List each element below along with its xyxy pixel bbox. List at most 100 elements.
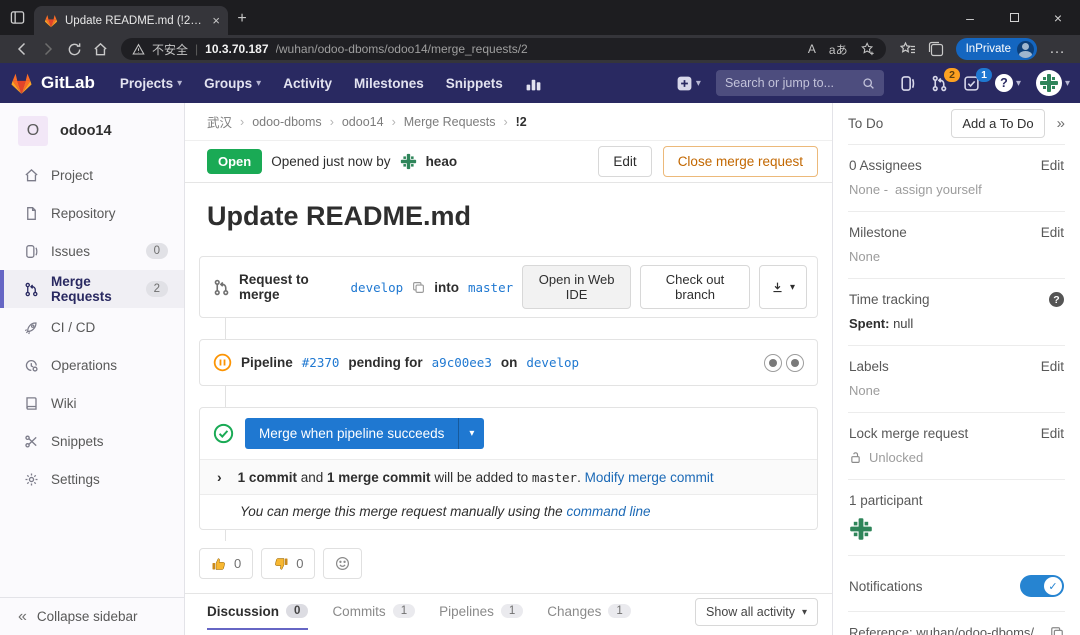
sidebar-item-operations[interactable]: Operations (0, 346, 184, 384)
sidebar-item-repository[interactable]: Repository (0, 194, 184, 232)
url-path: /wuhan/odoo-dboms/odoo14/merge_requests/… (276, 42, 528, 56)
nav-activity[interactable]: Activity (283, 76, 332, 91)
todo-count-badge: 1 (976, 68, 992, 82)
rocket-icon (24, 320, 39, 335)
breadcrumb-project[interactable]: odoo14 (342, 115, 384, 129)
copy-reference-icon[interactable] (1050, 626, 1064, 635)
download-dropdown-button[interactable]: ▾ (759, 265, 807, 309)
thumbs-up-icon (211, 556, 227, 572)
back-icon[interactable] (9, 37, 35, 61)
refresh-icon[interactable] (61, 37, 87, 61)
pipeline-branch-link[interactable]: develop (526, 355, 579, 370)
sidebar-item-wiki[interactable]: Wiki (0, 384, 184, 422)
tab-discussion[interactable]: Discussion0 (207, 594, 308, 630)
issues-nav-icon[interactable] (899, 75, 916, 92)
maximize-button[interactable] (992, 0, 1036, 35)
command-line-link[interactable]: command line (566, 504, 650, 519)
modify-merge-commit-link[interactable]: Modify merge commit (585, 470, 714, 485)
browser-tab[interactable]: Update README.md (!2) · Merge × (34, 6, 228, 35)
user-menu[interactable]: ▾ (1036, 70, 1070, 96)
browser-menu-icon[interactable]: … (1049, 40, 1065, 58)
collapse-right-sidebar-icon[interactable]: » (1057, 115, 1065, 132)
merge-when-pipeline-succeeds-button[interactable]: Merge when pipeline succeeds (245, 418, 458, 449)
open-web-ide-button[interactable]: Open in Web IDE (522, 265, 631, 309)
thumbs-up-count: 0 (234, 556, 241, 571)
tab-close-icon[interactable]: × (212, 13, 220, 28)
participant-avatar[interactable] (849, 517, 873, 541)
add-emoji-button[interactable] (323, 548, 362, 579)
labels-edit-link[interactable]: Edit (1041, 359, 1064, 374)
participants-section: 1 participant (848, 480, 1065, 556)
pipeline-number-link[interactable]: #2370 (302, 355, 340, 370)
checkout-branch-button[interactable]: Check out branch (640, 265, 750, 309)
chart-icon[interactable] (525, 75, 542, 92)
minimize-button[interactable]: – (948, 0, 992, 35)
forward-icon[interactable] (35, 37, 61, 61)
inprivate-badge[interactable]: InPrivate (956, 38, 1037, 60)
page-title: Update README.md (207, 201, 810, 232)
tab-changes[interactable]: Changes1 (547, 594, 630, 630)
nav-snippets[interactable]: Snippets (446, 76, 503, 91)
expand-commits-icon[interactable]: › (217, 469, 222, 485)
collections-icon[interactable] (928, 41, 944, 57)
search-input[interactable] (725, 76, 856, 90)
close-merge-request-button[interactable]: Close merge request (663, 146, 818, 177)
sidebar-item-snippets[interactable]: Snippets (0, 422, 184, 460)
pipeline-stage-icon[interactable] (786, 354, 804, 372)
time-tracking-help-icon[interactable]: ? (1049, 292, 1064, 307)
copy-branch-icon[interactable] (412, 281, 425, 294)
nav-groups[interactable]: Groups▾ (204, 76, 261, 91)
global-search[interactable] (716, 70, 884, 96)
thumbs-down-button[interactable]: 0 (261, 548, 315, 579)
tab-commits[interactable]: Commits1 (332, 594, 415, 630)
nav-projects[interactable]: Projects▾ (120, 76, 182, 91)
issues-icon (24, 244, 39, 259)
merge-requests-nav-icon[interactable]: 2 (931, 75, 948, 92)
favorites-icon[interactable] (900, 41, 916, 57)
todos-nav-icon[interactable]: 1 (963, 75, 980, 92)
read-aloud-icon[interactable]: A (808, 42, 816, 56)
assign-yourself-link[interactable]: assign yourself (895, 182, 982, 197)
new-tab-button[interactable]: + (228, 5, 256, 33)
activity-filter-button[interactable]: Show all activity▾ (695, 598, 818, 626)
help-menu[interactable]: ? ▾ (995, 74, 1021, 92)
tab-pipelines[interactable]: Pipelines1 (439, 594, 523, 630)
sidebar-item-project[interactable]: Project (0, 156, 184, 194)
source-branch-link[interactable]: develop (351, 280, 404, 295)
home-icon[interactable] (87, 37, 113, 61)
breadcrumb-section[interactable]: Merge Requests (404, 115, 496, 129)
workspaces-icon[interactable] (0, 0, 34, 35)
merge-options-caret[interactable]: ▾ (458, 418, 484, 449)
target-branch-link[interactable]: master (468, 280, 513, 295)
author-avatar[interactable] (400, 153, 417, 170)
sidebar-item-merge-requests[interactable]: Merge Requests 2 (0, 270, 184, 308)
add-favorite-icon[interactable] (861, 42, 875, 56)
add-todo-button[interactable]: Add a To Do (951, 109, 1044, 138)
edit-button[interactable]: Edit (598, 146, 651, 177)
project-context[interactable]: O odoo14 (0, 103, 184, 156)
sidebar-item-cicd[interactable]: CI / CD (0, 308, 184, 346)
chevron-down-icon: ▾ (696, 78, 701, 89)
breadcrumb-subgroup[interactable]: odoo-dboms (252, 115, 322, 129)
breadcrumb-group[interactable]: 武汉 (207, 112, 232, 131)
close-window-button[interactable]: × (1036, 0, 1080, 35)
nav-milestones[interactable]: Milestones (354, 76, 424, 91)
sidebar-item-settings[interactable]: Settings (0, 460, 184, 498)
gitlab-logo[interactable]: GitLab (10, 72, 95, 95)
notifications-toggle[interactable]: ✓ (1020, 575, 1064, 597)
author-name[interactable]: heao (426, 154, 458, 169)
commit-sha-link[interactable]: a9c00ee3 (432, 355, 492, 370)
status-badge: Open (207, 149, 262, 174)
milestone-edit-link[interactable]: Edit (1041, 225, 1064, 240)
chevron-down-icon: ▾ (1065, 78, 1070, 89)
address-bar[interactable]: 不安全 | 10.3.70.187 /wuhan/odoo-dboms/odoo… (121, 38, 886, 60)
sidebar-item-issues[interactable]: Issues 0 (0, 232, 184, 270)
lock-edit-link[interactable]: Edit (1041, 426, 1064, 441)
translate-icon[interactable]: aあ (829, 41, 848, 58)
new-menu-button[interactable]: ▾ (676, 75, 701, 92)
thumbs-up-button[interactable]: 0 (199, 548, 253, 579)
inprivate-label: InPrivate (966, 43, 1011, 55)
pipeline-stage-icon[interactable] (764, 354, 782, 372)
collapse-sidebar-button[interactable]: « Collapse sidebar (0, 597, 184, 635)
assignees-edit-link[interactable]: Edit (1041, 158, 1064, 173)
